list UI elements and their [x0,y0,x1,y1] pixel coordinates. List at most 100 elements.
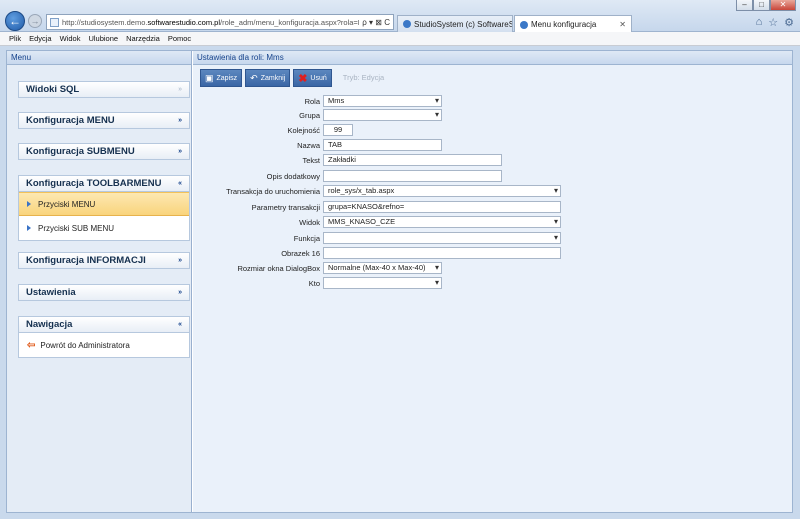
menu-pomoc[interactable]: Pomoc [168,34,191,43]
group-konfiguracja-informacji: Konfiguracja INFORMACJI » [18,252,190,269]
app-container: Menu Widoki SQL » Konfiguracja MENU » Ko… [6,50,793,513]
address-tools[interactable]: ρ ▾ ⊠ C [362,18,390,27]
group-konfiguracja-menu: Konfiguracja MENU » [18,112,190,129]
label-obrazek: Obrazek 16 [281,249,320,258]
group-body-nawigacja: ⇦ Powrót do Administratora [18,333,190,358]
nazwa-input[interactable]: TAB [323,139,442,151]
maximize-icon[interactable]: □ [753,0,770,11]
label-opis: Opis dodatkowy [266,172,320,181]
chevron-down-icon[interactable]: » [178,289,182,296]
kolejnosc-input[interactable]: 99 [323,124,353,136]
home-icon[interactable]: ⌂ [756,16,763,29]
row-grupa: Grupa [193,109,792,122]
menu-edycja[interactable]: Edycja [29,34,52,43]
sidebar-item-label: Powrót do Administratora [40,340,130,350]
save-disk-icon: ▣ [205,72,214,83]
row-rola: Rola Mms [193,95,792,108]
tekst-input[interactable]: Zakładki [323,154,502,166]
group-header-konfiguracja-menu[interactable]: Konfiguracja MENU » [18,112,190,129]
group-nawigacja: Nawigacja « ⇦ Powrót do Administratora [18,316,190,358]
rola-select[interactable]: Mms [323,95,442,107]
parametry-input[interactable]: grupa=KNASO&refno= [323,201,561,213]
row-widok: Widok MMS_KNASO_CZE [193,216,792,229]
tab-studiosystem[interactable]: StudioSystem (c) SoftwareStud... [397,15,513,32]
back-arrow-icon: ⇦ [27,339,36,351]
chevron-down-icon[interactable]: » [178,148,182,155]
minimize-icon[interactable]: ‒ [736,0,753,11]
triangle-right-icon [27,201,31,207]
kto-select[interactable] [323,277,442,289]
mode-label: Tryb: Edycja [342,73,385,82]
group-label: Widoki SQL [26,84,80,95]
save-label: Zapisz [216,74,238,82]
group-header-widoki-sql[interactable]: Widoki SQL » [18,81,190,98]
page-icon [50,17,59,27]
browser-toolbar-icons: ⌂ ☆ ⚙ [756,16,794,29]
group-label: Ustawienia [26,287,76,298]
label-kolejnosc: Kolejność [287,126,320,135]
group-header-ustawienia[interactable]: Ustawienia » [18,284,190,301]
toolbar: ▣ Zapisz ↶ Zamknij ✖ Usuń Tryb: Edycja [200,69,384,87]
delete-button[interactable]: ✖ Usuń [293,69,332,87]
delete-x-icon: ✖ [298,72,308,85]
menu-plik[interactable]: Plik [9,34,21,43]
group-konfiguracja-toolbarmenu: Konfiguracja TOOLBARMENU « Przyciski MEN… [18,175,190,241]
group-header-konfiguracja-informacji[interactable]: Konfiguracja INFORMACJI » [18,252,190,269]
rozmiar-select[interactable]: Normalne (Max-40 x Max-40) [323,262,442,274]
row-opis: Opis dodatkowy [193,170,792,183]
address-url[interactable]: http://studiosystem.demo.softwarestudio.… [62,18,359,27]
widok-select[interactable]: MMS_KNASO_CZE [323,216,561,228]
menu-widok[interactable]: Widok [60,34,81,43]
favorites-star-icon[interactable]: ☆ [768,16,778,29]
back-arrow-icon[interactable]: ← [5,11,25,31]
sidebar-item-przyciski-menu[interactable]: Przyciski MENU [19,192,189,216]
chevron-down-icon[interactable]: » [178,257,182,264]
group-widoki-sql: Widoki SQL » [18,81,190,98]
sidebar-item-powrot[interactable]: ⇦ Powrót do Administratora [19,333,189,357]
close-icon[interactable]: ✕ [770,0,796,11]
tab-menu-konfiguracja[interactable]: Menu konfiguracja ✕ [514,15,632,33]
menu-narzedzia[interactable]: Narzędzia [126,34,160,43]
ie-favicon-icon [520,20,528,29]
save-button[interactable]: ▣ Zapisz [200,69,243,87]
tab-label: Menu konfiguracja [531,20,597,29]
group-label: Konfiguracja INFORMACJI [26,255,146,266]
obrazek-input[interactable] [323,247,561,259]
forward-arrow-icon[interactable]: → [28,14,42,28]
opis-input[interactable] [323,170,502,182]
sidebar-item-przyciski-sub-menu[interactable]: Przyciski SUB MENU [19,216,189,240]
chevron-up-icon[interactable]: « [178,180,182,187]
sidebar-item-label: Przyciski MENU [38,199,96,209]
row-nazwa: Nazwa TAB [193,139,792,152]
row-tekst: Tekst Zakładki [193,154,792,167]
menu-ulubione[interactable]: Ulubione [88,34,118,43]
browser-chrome: ‒ □ ✕ ← → http://studiosystem.demo.softw… [0,0,800,33]
sidebar-title: Menu [7,51,191,65]
group-header-nawigacja[interactable]: Nawigacja « [18,316,190,333]
tab-label: StudioSystem (c) SoftwareStud... [414,19,512,29]
address-bar[interactable]: http://studiosystem.demo.softwarestudio.… [46,14,394,30]
main-panel: Ustawienia dla roli: Mms ▣ Zapisz ↶ Zamk… [193,51,792,512]
label-widok: Widok [299,218,320,227]
tab-close-icon[interactable]: ✕ [613,20,626,29]
label-grupa: Grupa [299,111,320,120]
label-rola: Rola [304,97,320,106]
undo-icon: ↶ [250,72,258,83]
group-header-konfiguracja-submenu[interactable]: Konfiguracja SUBMENU » [18,143,190,160]
funkcja-select[interactable] [323,232,561,244]
chevron-up-icon[interactable]: « [178,321,182,328]
close-button[interactable]: ↶ Zamknij [245,69,291,87]
group-label: Nawigacja [26,319,73,330]
delete-label: Usuń [310,74,327,82]
chevron-down-icon[interactable]: » [178,117,182,124]
label-kto: Kto [308,279,320,288]
settings-gear-icon[interactable]: ⚙ [784,16,794,29]
chevron-down-icon[interactable]: » [178,86,182,93]
grupa-select[interactable] [323,109,442,121]
triangle-right-icon [27,225,31,231]
sidebar: Menu Widoki SQL » Konfiguracja MENU » Ko… [7,51,192,512]
group-header-konfiguracja-toolbarmenu[interactable]: Konfiguracja TOOLBARMENU « [18,175,190,192]
label-rozmiar: Rozmiar okna DialogBox [237,264,320,273]
transakcja-select[interactable]: role_sys/x_tab.aspx [323,185,561,197]
row-rozmiar: Rozmiar okna DialogBox Normalne (Max-40 … [193,262,792,275]
